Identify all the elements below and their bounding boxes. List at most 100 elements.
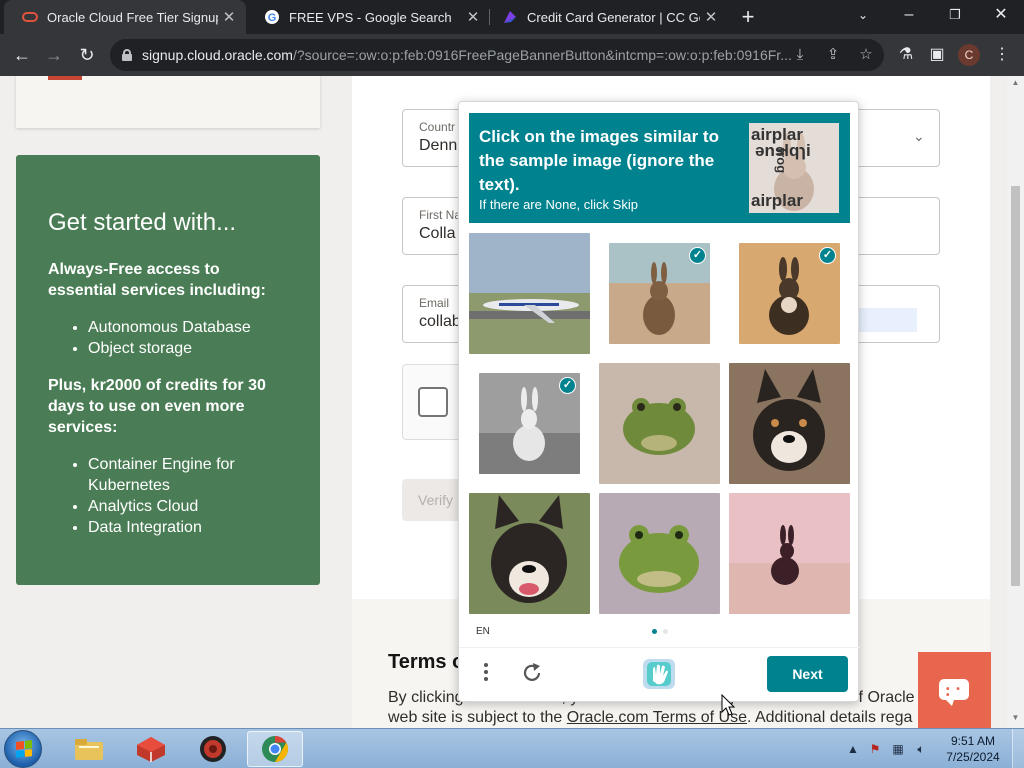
extensions-icon[interactable]: ⚗ xyxy=(895,44,917,66)
scroll-down-arrow[interactable]: ▼ xyxy=(1011,713,1020,722)
footer-divider xyxy=(459,647,860,648)
sample-image: airplar ənslqɿi frog airplar xyxy=(749,123,839,213)
tab-google-search[interactable]: G FREE VPS - Google Search ✕ xyxy=(246,0,490,34)
captcha-tile-rabbit[interactable]: ✓ xyxy=(739,243,840,344)
tab-title: FREE VPS - Google Search xyxy=(289,9,452,25)
card-intro: Always-Free access to essential services… xyxy=(48,261,266,299)
tab-title: Oracle Cloud Free Tier Signup xyxy=(47,9,218,25)
field-value: collab xyxy=(419,313,461,330)
captcha-tile-frog[interactable] xyxy=(599,363,720,484)
show-desktop-button[interactable] xyxy=(1012,729,1024,768)
list-item: Container Engine for Kubernetes xyxy=(88,454,288,496)
cc-generator-icon xyxy=(502,9,518,25)
recorder-icon xyxy=(200,736,226,762)
page-indicator xyxy=(663,629,668,634)
chrome-icon xyxy=(262,735,289,763)
scroll-up-arrow[interactable]: ▲ xyxy=(1011,78,1020,87)
field-value: Denn xyxy=(419,137,458,154)
system-clock[interactable]: 9:51 AM 7/25/2024 xyxy=(940,733,1006,765)
challenge-instruction: Click on the images similar to the sampl… xyxy=(479,127,719,194)
challenge-subtext: If there are None, click Skip xyxy=(479,197,638,212)
clock-time: 9:51 AM xyxy=(950,734,996,748)
start-button[interactable] xyxy=(4,730,42,768)
selected-check-icon: ✓ xyxy=(689,247,706,264)
bookmark-star-icon[interactable]: ☆ xyxy=(856,45,876,65)
address-bar[interactable]: signup.cloud.oracle.com/?source=:ow:o:p:… xyxy=(110,39,884,71)
tab-title: Credit Card Generator | CC Gene xyxy=(527,9,700,25)
credit-services-list: Container Engine for Kubernetes Analytic… xyxy=(48,454,288,538)
side-panel-icon[interactable]: ▣ xyxy=(926,44,948,66)
restore-button[interactable]: ❐ xyxy=(932,0,978,34)
minimize-button[interactable]: – xyxy=(886,0,932,34)
close-window-button[interactable]: ✕ xyxy=(978,0,1024,34)
close-tab-icon[interactable]: ✕ xyxy=(218,8,240,26)
scroll-thumb[interactable] xyxy=(1011,186,1020,586)
terms-title: Terms o xyxy=(388,651,465,673)
action-center-icon[interactable]: ⚑ xyxy=(867,741,883,757)
captcha-tile-dog[interactable] xyxy=(729,363,850,484)
app-cube-icon xyxy=(137,737,165,762)
refresh-challenge-icon[interactable] xyxy=(519,660,545,686)
taskbar-chrome[interactable] xyxy=(247,731,303,767)
chevron-down-icon: ⌄ xyxy=(913,128,925,144)
tab-cc-generator[interactable]: Credit Card Generator | CC Gene ✕ xyxy=(484,0,728,34)
svg-text:G: G xyxy=(268,12,277,24)
menu-kebab-icon[interactable]: ⋮ xyxy=(991,44,1013,66)
next-button[interactable]: Next xyxy=(767,656,848,692)
list-item: Analytics Cloud xyxy=(88,496,288,517)
oracle-logo-bar xyxy=(48,76,82,80)
chat-button[interactable]: • • • xyxy=(918,652,991,728)
sample-distractor-text: frog xyxy=(774,147,790,174)
captcha-checkbox[interactable] xyxy=(418,387,448,417)
profile-avatar[interactable]: C xyxy=(958,44,980,66)
google-icon: G xyxy=(264,9,280,25)
field-label: First Na xyxy=(419,208,461,222)
selected-check-icon: ✓ xyxy=(819,247,836,264)
tab-oracle-signup[interactable]: Oracle Cloud Free Tier Signup ✕ xyxy=(4,0,246,34)
close-tab-icon[interactable]: ✕ xyxy=(700,8,722,26)
terms-of-use-link[interactable]: Oracle.com Terms of Use xyxy=(567,709,747,726)
captcha-tile-dog[interactable] xyxy=(469,493,590,614)
language-selector[interactable]: EN xyxy=(476,626,490,637)
mouse-cursor-icon xyxy=(721,693,737,718)
captcha-tile-rabbit[interactable] xyxy=(729,493,850,614)
taskbar-recorder[interactable] xyxy=(185,731,241,767)
tab-search-icon[interactable]: ⌄ xyxy=(840,0,886,34)
taskbar-explorer[interactable] xyxy=(61,731,117,767)
captcha-challenge-dialog: Click on the images similar to the sampl… xyxy=(458,101,860,702)
menu-kebab-icon[interactable] xyxy=(479,660,493,690)
reload-button[interactable]: ↻ xyxy=(75,43,99,67)
card-heading: Get started with... xyxy=(48,209,237,236)
page-indicator-active xyxy=(652,629,657,634)
services-list: Autonomous Database Object storage xyxy=(48,317,288,359)
captcha-tile-frog[interactable] xyxy=(599,493,720,614)
oracle-icon xyxy=(22,9,38,25)
taskbar-app-red[interactable] xyxy=(123,731,179,767)
verify-email-button[interactable]: Verify xyxy=(402,479,462,521)
volume-muted-icon[interactable]: 🔈︎ xyxy=(913,741,929,757)
network-icon[interactable]: ▦ xyxy=(890,741,906,757)
install-app-icon[interactable]: ⤓ xyxy=(790,45,810,65)
windows-logo-icon xyxy=(16,740,32,758)
url-text: signup.cloud.oracle.com/?source=:ow:o:p:… xyxy=(142,47,792,63)
captcha-tile-rabbit[interactable]: ✓ xyxy=(479,373,580,474)
page-scrollbar[interactable]: ▲ ▼ xyxy=(1007,76,1024,728)
captcha-tile-airplane[interactable] xyxy=(469,233,590,354)
back-button[interactable]: ← xyxy=(10,43,34,67)
share-icon[interactable]: ⇪ xyxy=(823,45,843,65)
browser-toolbar: ← → ↻ signup.cloud.oracle.com/?source=:o… xyxy=(0,34,1024,76)
lock-icon xyxy=(122,49,132,61)
list-item: Data Integration xyxy=(88,517,288,538)
folder-icon xyxy=(75,739,103,760)
show-hidden-icons[interactable]: ▲ xyxy=(845,741,861,757)
tab-strip: Oracle Cloud Free Tier Signup ✕ G FREE V… xyxy=(0,0,1024,34)
selected-check-icon: ✓ xyxy=(559,377,576,394)
field-label: Countr xyxy=(419,120,456,134)
captcha-tile-rabbit[interactable]: ✓ xyxy=(609,243,710,344)
new-tab-button[interactable]: + xyxy=(736,4,760,30)
close-tab-icon[interactable]: ✕ xyxy=(462,8,484,26)
hcaptcha-logo-icon xyxy=(641,657,677,691)
forward-button[interactable]: → xyxy=(42,43,66,67)
list-item: Object storage xyxy=(88,338,288,359)
field-value: Colla xyxy=(419,225,456,242)
